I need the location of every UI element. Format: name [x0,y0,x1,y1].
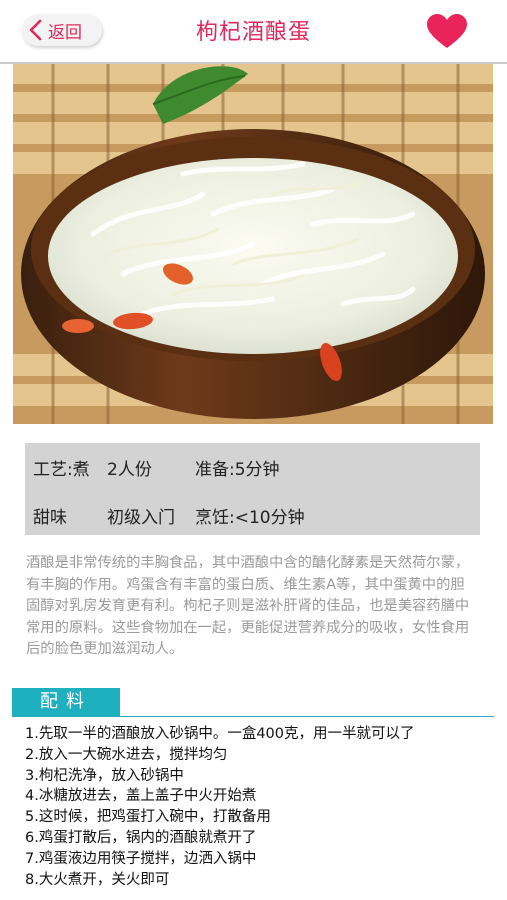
step-item: 2.放入一大碗水进去，搅拌均匀 [25,746,228,763]
step-list: 1.先取一半的酒酿放入砂锅中。一盒400克，用一半就可以了 2.放入一大碗水进去… [25,724,495,890]
heart-icon[interactable] [425,12,469,50]
navigation-bar: 返回 枸杞酒酿蛋 [0,0,507,64]
step-item: 1.先取一半的酒酿放入砂锅中。一盒400克，用一半就可以了 [25,726,415,742]
section-tab-ingredients: 配料 [12,688,120,716]
step-item: 4.冰糖放进去，盖上盖子中火开始煮 [25,788,257,805]
step-item: 7.鸡蛋液边用筷子搅拌，边洒入锅中 [25,850,257,867]
dish-photo [13,64,493,424]
step-item: 5.这时候，把鸡蛋打入碗中，打散备用 [25,809,271,826]
servings-label: 2人份 [107,460,152,480]
method-label: 工艺:煮 [33,460,90,480]
recipe-description: 酒酿是非常传统的丰胸食品，其中酒酿中含的醣化酵素是天然荷尔蒙，有丰胸的作用。鸡蛋… [26,555,470,657]
prep-time-label: 准备:5分钟 [195,460,280,480]
step-item: 3.枸杞洗净，放入砂锅中 [25,767,184,784]
cook-time-label: 烹饪:<10分钟 [195,508,305,528]
recipe-info-box: 工艺:煮 2人份 准备:5分钟 甜味 初级入门 烹饪:<10分钟 [25,443,480,535]
taste-label: 甜味 [33,508,67,528]
ingredients-section-header: 配料 [12,688,494,717]
step-item: 8.大火煮开，关火即可 [25,871,170,888]
difficulty-label: 初级入门 [107,508,175,528]
step-item: 6.鸡蛋打散后，锅内的酒酿就煮开了 [25,829,257,846]
